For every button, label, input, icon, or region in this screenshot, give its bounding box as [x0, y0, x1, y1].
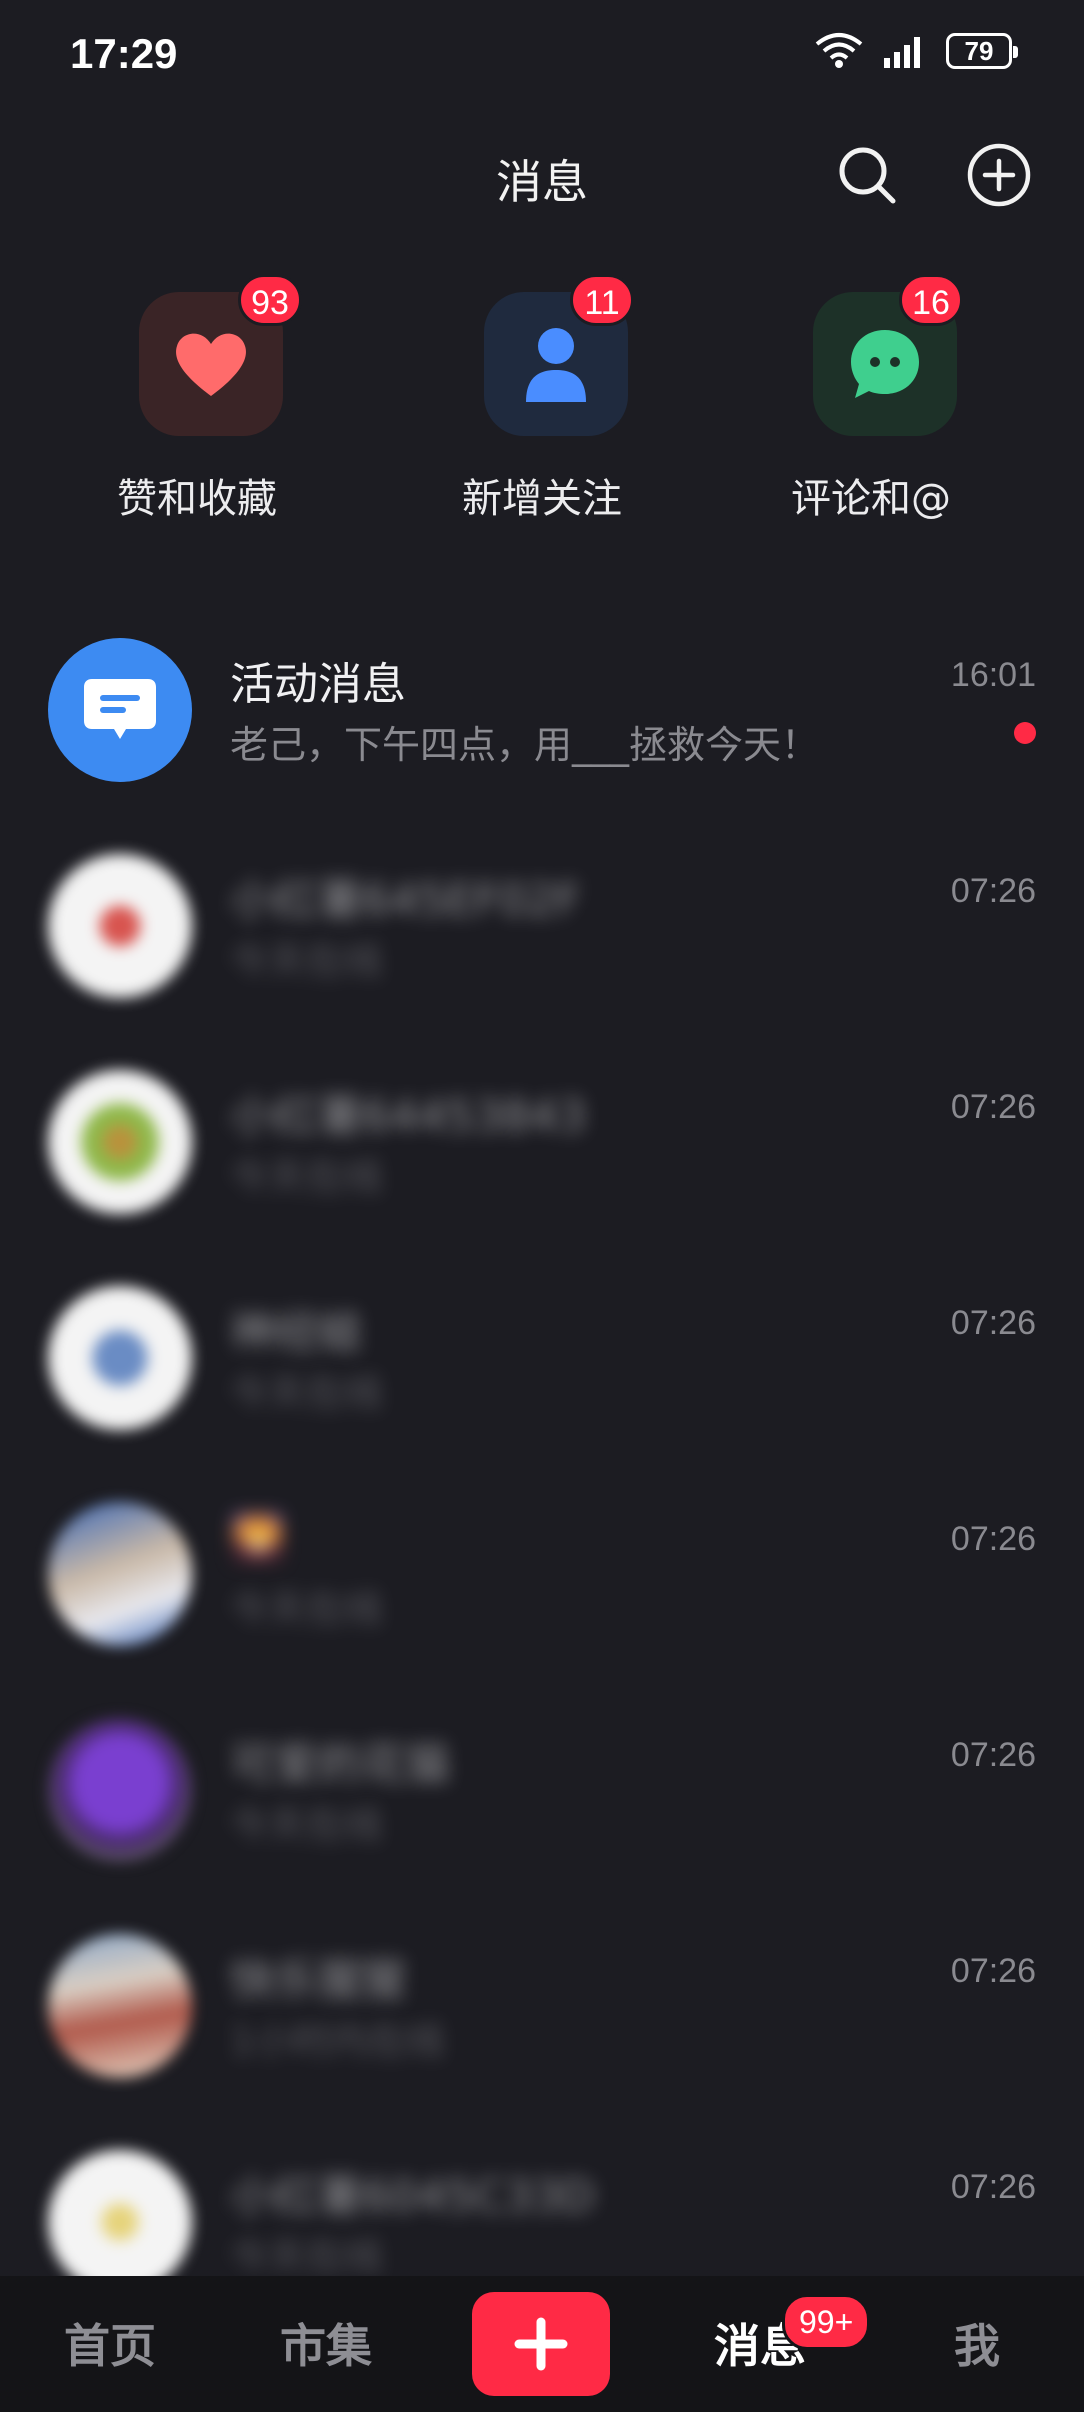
message-preview: 今天在线 — [230, 2235, 383, 2279]
message-row-activity[interactable]: 活动消息 老己，下午四点，用___拯救今天！ 16:01 — [0, 630, 1084, 846]
message-sender: 可爱的花猫 — [230, 1739, 450, 1790]
battery-icon: 79 — [946, 33, 1018, 69]
message-preview: 今天在线 — [230, 939, 383, 983]
likes-label: 赞和收藏 — [117, 476, 277, 522]
message-row[interactable]: 🌄 今天在线 07:26 — [0, 1494, 1084, 1710]
message-preview: 今天在线 — [230, 1587, 383, 1631]
search-icon — [839, 147, 896, 204]
bottom-tab-bar: 首页 市集 消息 99+ 我 — [0, 2276, 1084, 2412]
heart-icon — [176, 333, 246, 396]
user-avatar — [48, 1286, 192, 1430]
tab-home[interactable]: 首页 — [30, 2310, 190, 2376]
message-time: 16:01 — [950, 656, 1036, 694]
message-sender: 活动消息 — [230, 659, 406, 710]
tab-market[interactable]: 市集 — [246, 2310, 406, 2376]
message-preview: 今天在线 — [230, 1155, 383, 1199]
message-preview: 1小时内在线 — [230, 2019, 445, 2063]
signal-icon — [884, 37, 920, 68]
user-avatar — [48, 1070, 192, 1214]
message-time: 07:26 — [950, 1088, 1036, 1126]
message-icon — [84, 679, 156, 739]
message-time: 07:26 — [950, 2168, 1036, 2206]
wifi-icon — [815, 33, 863, 68]
message-row[interactable]: 可爱的花猫 今天在线 07:26 — [0, 1710, 1084, 1926]
plus-circle-icon — [967, 143, 1031, 207]
activity-avatar — [48, 638, 192, 782]
user-avatar — [48, 854, 192, 998]
comments-label: 评论和@ — [791, 476, 951, 522]
message-sender: 小红薯64453843 — [230, 1091, 586, 1142]
add-button[interactable] — [964, 140, 1034, 210]
likes-badge: 93 — [238, 274, 302, 326]
message-time: 07:26 — [950, 872, 1036, 910]
user-avatar — [48, 1934, 192, 2078]
messages-screen: 17:29 79 消息 93 赞和收藏 11 新增关注 16 评论和@ 活动消息… — [0, 0, 1084, 2412]
message-preview: 今天在线 — [230, 1803, 383, 1847]
message-list: 活动消息 老己，下午四点，用___拯救今天！ 16:01 小红薯645EF02F… — [0, 630, 1084, 2358]
followers-label: 新增关注 — [462, 476, 622, 522]
message-time: 07:26 — [950, 1304, 1036, 1342]
publish-button[interactable] — [472, 2292, 610, 2396]
header: 消息 — [0, 120, 1084, 230]
status-time: 17:29 — [70, 30, 178, 77]
message-preview: 今天在线 — [230, 1371, 383, 1415]
tab-me[interactable]: 我 — [897, 2310, 1057, 2376]
unread-dot — [1014, 722, 1036, 744]
message-preview: 老己，下午四点，用___拯救今天！ — [230, 723, 820, 767]
message-sender: 🌄 — [230, 1513, 285, 1564]
message-time: 07:26 — [950, 1520, 1036, 1558]
comments-badge: 16 — [899, 274, 963, 326]
message-sender: 快乐猩猩 — [230, 1955, 406, 2006]
likes-and-favorites-button[interactable]: 93 赞和收藏 — [32, 274, 362, 540]
person-icon — [526, 328, 586, 402]
search-button[interactable] — [832, 140, 902, 210]
user-avatar — [48, 2150, 192, 2294]
message-sender: 小红薯645EF02F — [230, 875, 581, 926]
message-sender: 小红薯6045C33D — [230, 2171, 595, 2222]
user-avatar — [48, 1502, 192, 1646]
message-sender: 神经蛙 — [230, 1307, 362, 1358]
message-row[interactable]: 小红薯645EF02F 今天在线 07:26 — [0, 846, 1084, 1062]
message-row[interactable]: 神经蛙 今天在线 07:26 — [0, 1278, 1084, 1494]
status-icons: 79 — [814, 32, 1018, 70]
new-followers-button[interactable]: 11 新增关注 — [377, 274, 707, 540]
message-row[interactable]: 小红薯64453843 今天在线 07:26 — [0, 1062, 1084, 1278]
page-title: 消息 — [496, 155, 588, 209]
notification-categories: 93 赞和收藏 11 新增关注 16 评论和@ — [0, 274, 1084, 540]
chat-bubble-icon — [851, 330, 919, 398]
message-row[interactable]: 快乐猩猩 1小时内在线 07:26 — [0, 1926, 1084, 2142]
plus-icon — [514, 2317, 568, 2371]
message-time: 07:26 — [950, 1952, 1036, 1990]
user-avatar — [48, 1718, 192, 1862]
message-time: 07:26 — [950, 1736, 1036, 1774]
status-bar: 17:29 79 — [0, 0, 1084, 110]
followers-badge: 11 — [570, 274, 634, 326]
messages-tab-badge: 99+ — [782, 2294, 871, 2350]
comments-and-mentions-button[interactable]: 16 评论和@ — [706, 274, 1036, 540]
battery-level: 79 — [964, 35, 994, 66]
